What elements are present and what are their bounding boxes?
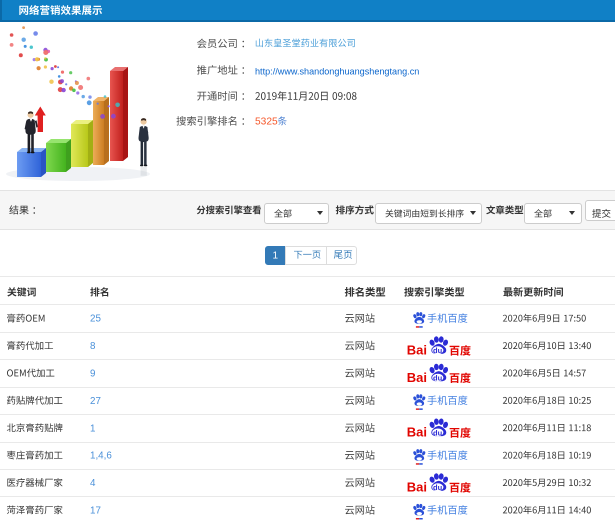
- svg-text:Bai: Bai: [407, 342, 427, 357]
- svg-text:1,4,6: 1,4,6: [90, 451, 112, 462]
- svg-text:Bai: Bai: [407, 425, 427, 440]
- svg-text:1: 1: [273, 251, 279, 262]
- svg-text:27: 27: [90, 396, 101, 407]
- svg-text:du: du: [433, 483, 443, 492]
- svg-text:25: 25: [90, 314, 101, 325]
- svg-text:1: 1: [90, 423, 95, 434]
- svg-text:http://www.shandonghuangshengt: http://www.shandonghuangshengtang.cn: [255, 66, 419, 76]
- svg-text:du: du: [433, 374, 443, 383]
- svg-text:du: du: [433, 346, 443, 355]
- svg-text:17: 17: [90, 506, 101, 517]
- svg-text:5325: 5325: [255, 117, 278, 128]
- svg-text:Bai: Bai: [407, 370, 427, 385]
- svg-text:du: du: [433, 428, 443, 437]
- svg-text:4: 4: [90, 478, 96, 489]
- svg-text:8: 8: [90, 341, 96, 352]
- svg-text:Bai: Bai: [407, 479, 427, 494]
- svg-text:9: 9: [90, 369, 95, 380]
